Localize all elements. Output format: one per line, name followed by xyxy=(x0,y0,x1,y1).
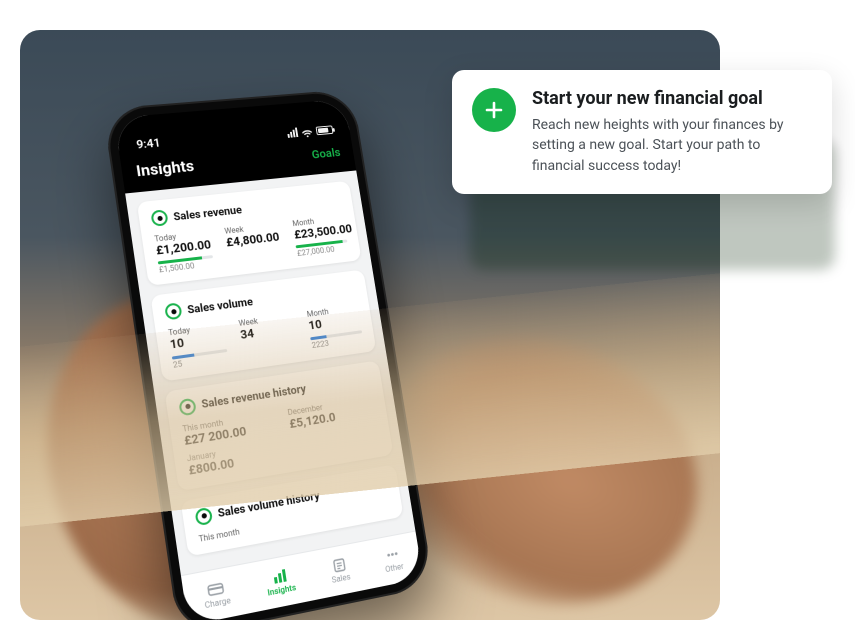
tab-label: Insights xyxy=(267,583,297,598)
stat-value: 10 xyxy=(308,312,361,333)
history-icon xyxy=(194,506,213,525)
stat-label: Week xyxy=(238,312,292,328)
callout-body: Reach new heights with your finances by … xyxy=(532,115,812,176)
tab-label: Sales xyxy=(331,572,351,585)
history-icon xyxy=(178,397,197,416)
card-revenue-history[interactable]: Sales revenue history This month £27 200… xyxy=(165,360,394,490)
card-sales-revenue[interactable]: Sales revenue Today £1,200.00 £1,500.00 … xyxy=(137,181,362,287)
battery-icon xyxy=(315,125,333,135)
stat-value: £5,120.0 xyxy=(288,404,376,432)
charge-icon xyxy=(206,580,224,598)
cellular-icon xyxy=(287,128,299,138)
stat-value: 34 xyxy=(239,321,294,342)
tab-label: Other xyxy=(385,562,405,575)
stat-target: 2223 xyxy=(311,334,364,350)
stat-label: December xyxy=(287,395,374,417)
stat-value: £27 200.00 xyxy=(183,419,275,448)
stat-label: Month xyxy=(306,304,359,320)
content-scroll[interactable]: Sales revenue Today £1,200.00 £1,500.00 … xyxy=(125,170,414,569)
tab-insights[interactable]: Insights xyxy=(264,566,296,597)
tab-label: Charge xyxy=(204,596,231,611)
stat-value: 10 xyxy=(169,330,226,352)
card-title: Sales volume xyxy=(187,295,254,316)
card-title: Sales revenue history xyxy=(201,382,307,411)
tab-sales[interactable]: Sales xyxy=(329,556,352,585)
other-icon xyxy=(384,546,401,563)
status-time: 9:41 xyxy=(135,136,161,152)
stat-label: Today xyxy=(168,322,224,338)
stat-target: 25 xyxy=(172,353,228,370)
tab-other[interactable]: Other xyxy=(382,546,404,575)
plus-icon[interactable] xyxy=(472,88,516,132)
card-sales-volume[interactable]: Sales volume Today 10 25 Week 34 xyxy=(151,270,377,382)
revenue-icon xyxy=(150,209,168,226)
insights-icon xyxy=(271,568,289,585)
volume-icon xyxy=(164,303,183,321)
stat-label: This month xyxy=(182,410,273,433)
stat-value: £800.00 xyxy=(188,449,280,479)
sales-icon xyxy=(330,556,348,573)
tab-charge[interactable]: Charge xyxy=(202,579,232,610)
goals-link[interactable]: Goals xyxy=(311,145,341,161)
card-title: Sales revenue xyxy=(173,203,243,223)
stat-label: January xyxy=(186,440,277,464)
goal-callout[interactable]: Start your new financial goal Reach new … xyxy=(452,70,832,194)
wifi-icon xyxy=(301,127,314,136)
callout-title: Start your new financial goal xyxy=(532,88,812,109)
page-title: Insights xyxy=(135,156,195,180)
